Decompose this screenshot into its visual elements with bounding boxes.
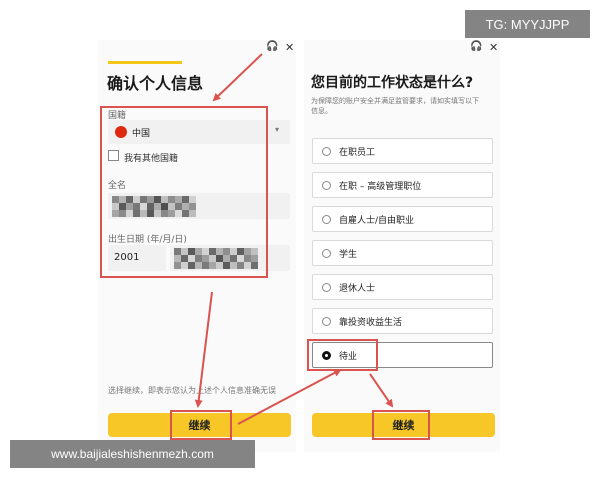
left-progress-bar: [108, 61, 182, 64]
work-status-title: 您目前的工作状态是什么?: [311, 75, 474, 91]
url-watermark: www.baijialeshishenmezh.com: [10, 440, 255, 468]
right-support-icon[interactable]: 🎧: [470, 41, 482, 52]
option-label: 在职 – 高级管理职位: [339, 181, 422, 192]
option-label: 自雇人士/自由职业: [339, 215, 415, 226]
option-self-employed[interactable]: 自雇人士/自由职业: [312, 206, 493, 232]
page-title: 确认个人信息: [107, 74, 204, 93]
right-continue-highlight: [372, 410, 430, 440]
personal-info-highlight: [100, 106, 268, 278]
unemployed-highlight: [307, 339, 378, 371]
option-employed[interactable]: 在职员工: [312, 138, 493, 164]
work-status-subtitle-2: 信息。: [311, 107, 332, 115]
right-close-icon[interactable]: ✕: [489, 41, 498, 54]
work-status-subtitle-1: 为保障您的账户安全并满足监管要求，请如实填写以下: [311, 97, 479, 105]
radio-icon: [322, 316, 331, 326]
option-label: 靠投资收益生活: [339, 317, 403, 328]
radio-icon: [322, 146, 331, 156]
radio-icon: [322, 282, 331, 292]
tg-watermark-text: TG: MYYJJPP: [485, 16, 570, 32]
radio-icon: [322, 248, 331, 258]
option-label: 在职员工: [339, 147, 376, 158]
support-icon[interactable]: 🎧: [266, 41, 278, 52]
option-senior-management[interactable]: 在职 – 高级管理职位: [312, 172, 493, 198]
annotation-arrows: [194, 53, 394, 425]
option-student[interactable]: 学生: [312, 240, 493, 266]
option-retired[interactable]: 退休人士: [312, 274, 493, 300]
option-label: 学生: [339, 249, 358, 260]
disclaimer-text: 选择继续，即表示您认为上述个人信息准确无误: [108, 386, 276, 395]
tg-watermark: TG: MYYJJPP: [465, 10, 590, 38]
url-watermark-text: www.baijialeshishenmezh.com: [51, 447, 214, 461]
close-icon[interactable]: ✕: [285, 41, 294, 54]
option-investment-income[interactable]: 靠投资收益生活: [312, 308, 493, 334]
radio-icon: [322, 180, 331, 190]
radio-icon: [322, 214, 331, 224]
left-continue-highlight: [170, 410, 232, 440]
option-label: 退休人士: [339, 283, 376, 294]
chevron-down-icon: ▾: [275, 125, 280, 134]
